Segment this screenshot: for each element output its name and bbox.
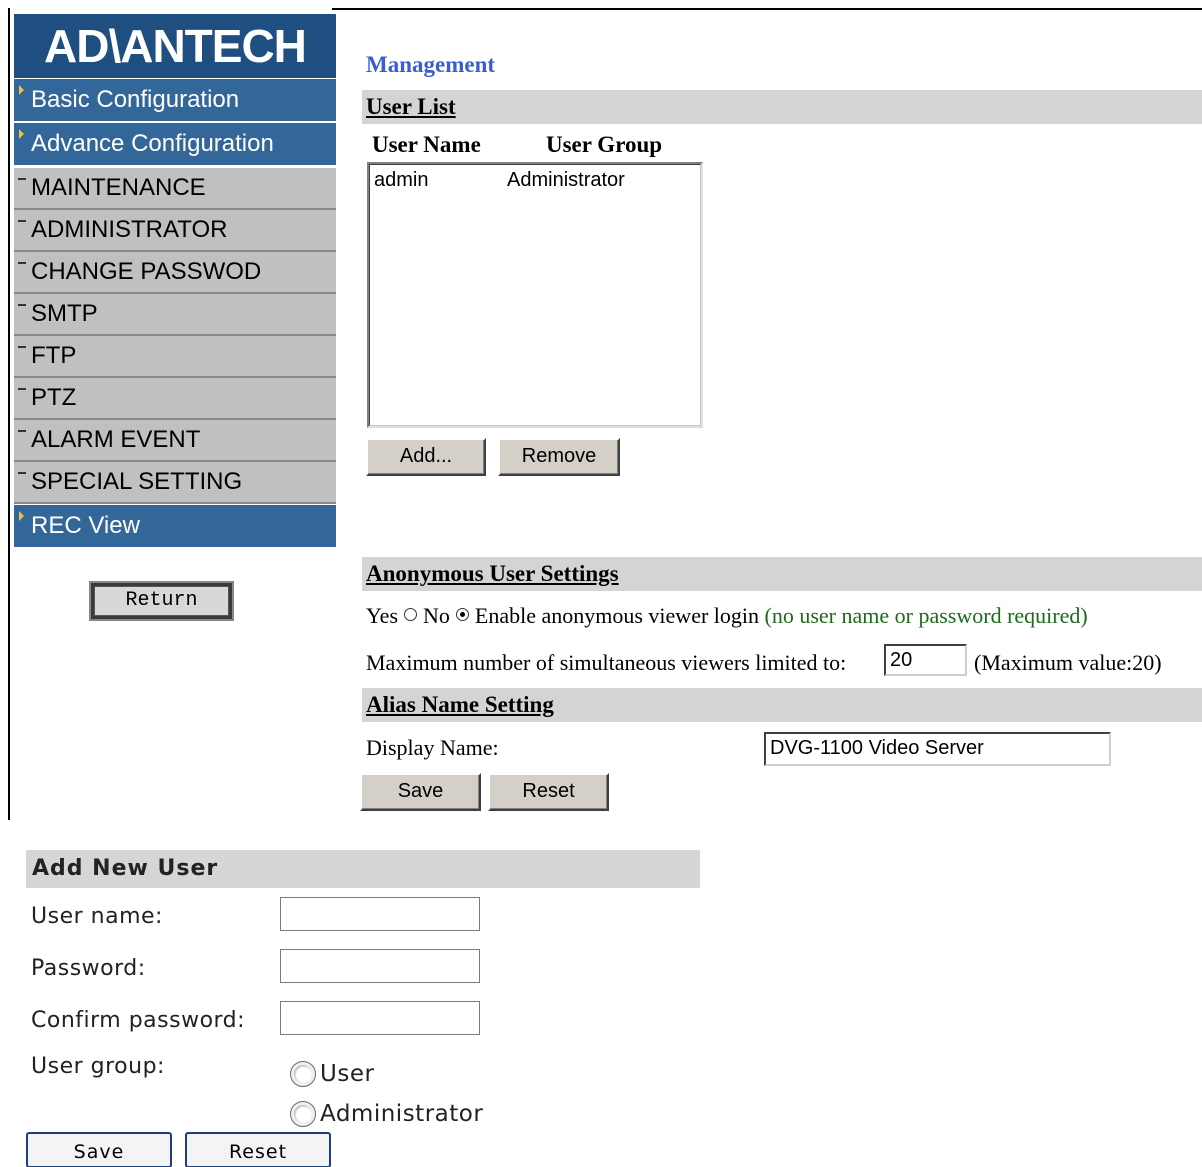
nav-special-setting[interactable]: SPECIAL SETTING <box>14 462 336 504</box>
section-title: Anonymous User Settings <box>366 561 619 586</box>
confirm-password-label: Confirm password: <box>31 1008 246 1033</box>
display-name-input[interactable]: DVG-1100 Video Server <box>764 732 1111 766</box>
password-input[interactable] <box>280 949 480 983</box>
remove-user-button[interactable]: Remove <box>498 438 620 476</box>
nav-administrator[interactable]: ADMINISTRATOR <box>14 210 336 252</box>
user-name-cell: admin <box>374 169 429 191</box>
add-user-reset-button[interactable]: Reset <box>185 1132 331 1167</box>
confirm-password-input[interactable] <box>280 1001 480 1035</box>
dash-icon <box>18 472 26 474</box>
administrator-radio[interactable] <box>290 1101 316 1127</box>
advantech-logo: AD\ANTECH <box>14 14 336 78</box>
max-viewers-note: (Maximum value:20) <box>974 650 1162 675</box>
dash-icon <box>18 304 26 306</box>
nav-ftp[interactable]: FTP <box>14 336 336 378</box>
frame-border-top <box>332 8 1202 10</box>
nav-change-password[interactable]: CHANGE PASSWOD <box>14 252 336 294</box>
add-user-button[interactable]: Add... <box>366 438 486 476</box>
section-title: Alias Name Setting <box>366 692 554 717</box>
arrow-icon <box>19 85 24 95</box>
dash-icon <box>18 430 26 432</box>
nav-label: PTZ <box>31 384 77 411</box>
nav-advance-configuration[interactable]: Advance Configuration <box>14 123 336 167</box>
max-viewers-label: Maximum number of simultaneous viewers l… <box>366 650 847 675</box>
user-option-label: User <box>320 1061 375 1087</box>
dash-icon <box>18 220 26 222</box>
yes-label: Yes <box>366 603 399 628</box>
nav-label: ADMINISTRATOR <box>31 216 228 243</box>
return-button[interactable]: Return <box>89 581 234 621</box>
username-input[interactable] <box>280 897 480 931</box>
user-group-label: User group: <box>31 1054 165 1079</box>
user-radio[interactable] <box>290 1061 316 1087</box>
column-header-user-group: User Group <box>546 132 663 157</box>
password-label: Password: <box>31 956 146 981</box>
nav-basic-configuration[interactable]: Basic Configuration <box>14 79 336 123</box>
user-list-header: User List <box>362 90 1202 124</box>
nav-rec-view[interactable]: REC View <box>14 505 336 549</box>
add-new-user-panel: Add New User User name: Password: Confir… <box>0 820 1202 1167</box>
anonymous-settings-header: Anonymous User Settings <box>362 557 1202 591</box>
add-new-user-header: Add New User <box>26 850 700 888</box>
nav-maintenance[interactable]: MAINTENANCE <box>14 168 336 210</box>
nav-alarm-event[interactable]: ALARM EVENT <box>14 420 336 462</box>
enable-anonymous-text: Enable anonymous viewer login <box>474 603 760 628</box>
nav-label: MAINTENANCE <box>31 174 206 201</box>
nav-label: REC View <box>31 512 140 539</box>
page-title: Management <box>366 52 496 77</box>
return-button-label: Return <box>94 586 229 616</box>
nav-label: SMTP <box>31 300 98 327</box>
dash-icon <box>18 346 26 348</box>
user-group-cell: Administrator <box>507 169 625 191</box>
column-header-user-name: User Name <box>372 132 481 157</box>
no-label: No <box>423 603 450 628</box>
nav-label: ALARM EVENT <box>31 426 201 453</box>
alias-save-button[interactable]: Save <box>360 773 481 811</box>
section-title: Add New User <box>32 856 219 881</box>
administrator-option-label: Administrator <box>320 1101 484 1127</box>
anonymous-note: (no user name or password required) <box>764 603 1088 628</box>
nav-label: Advance Configuration <box>31 130 274 157</box>
nav-label: CHANGE PASSWOD <box>31 258 262 285</box>
nav-label: SPECIAL SETTING <box>31 468 243 495</box>
dash-icon <box>18 388 26 390</box>
arrow-icon <box>19 511 24 521</box>
dash-icon <box>18 262 26 264</box>
max-viewers-input[interactable]: 20 <box>884 644 967 676</box>
username-label: User name: <box>31 904 163 929</box>
dash-icon <box>18 178 26 180</box>
nav-smtp[interactable]: SMTP <box>14 294 336 336</box>
anonymous-login-row: Yes No Enable anonymous viewer login (no u… <box>366 603 1088 629</box>
device-config-page: AD\ANTECH Basic Configuration Advance Co… <box>0 0 1202 820</box>
nav-label: FTP <box>31 342 77 369</box>
display-name-label: Display Name: <box>366 735 499 760</box>
user-list-box[interactable]: admin Administrator <box>367 162 703 428</box>
alias-name-header: Alias Name Setting <box>362 688 1202 722</box>
no-radio[interactable] <box>455 608 469 621</box>
add-user-save-button[interactable]: Save <box>26 1132 172 1167</box>
section-title: User List <box>366 94 456 119</box>
arrow-icon <box>19 129 24 139</box>
yes-radio[interactable] <box>404 608 418 621</box>
frame-border-left <box>8 8 10 820</box>
alias-reset-button[interactable]: Reset <box>488 773 609 811</box>
nav-ptz[interactable]: PTZ <box>14 378 336 420</box>
nav-label: Basic Configuration <box>31 86 240 113</box>
